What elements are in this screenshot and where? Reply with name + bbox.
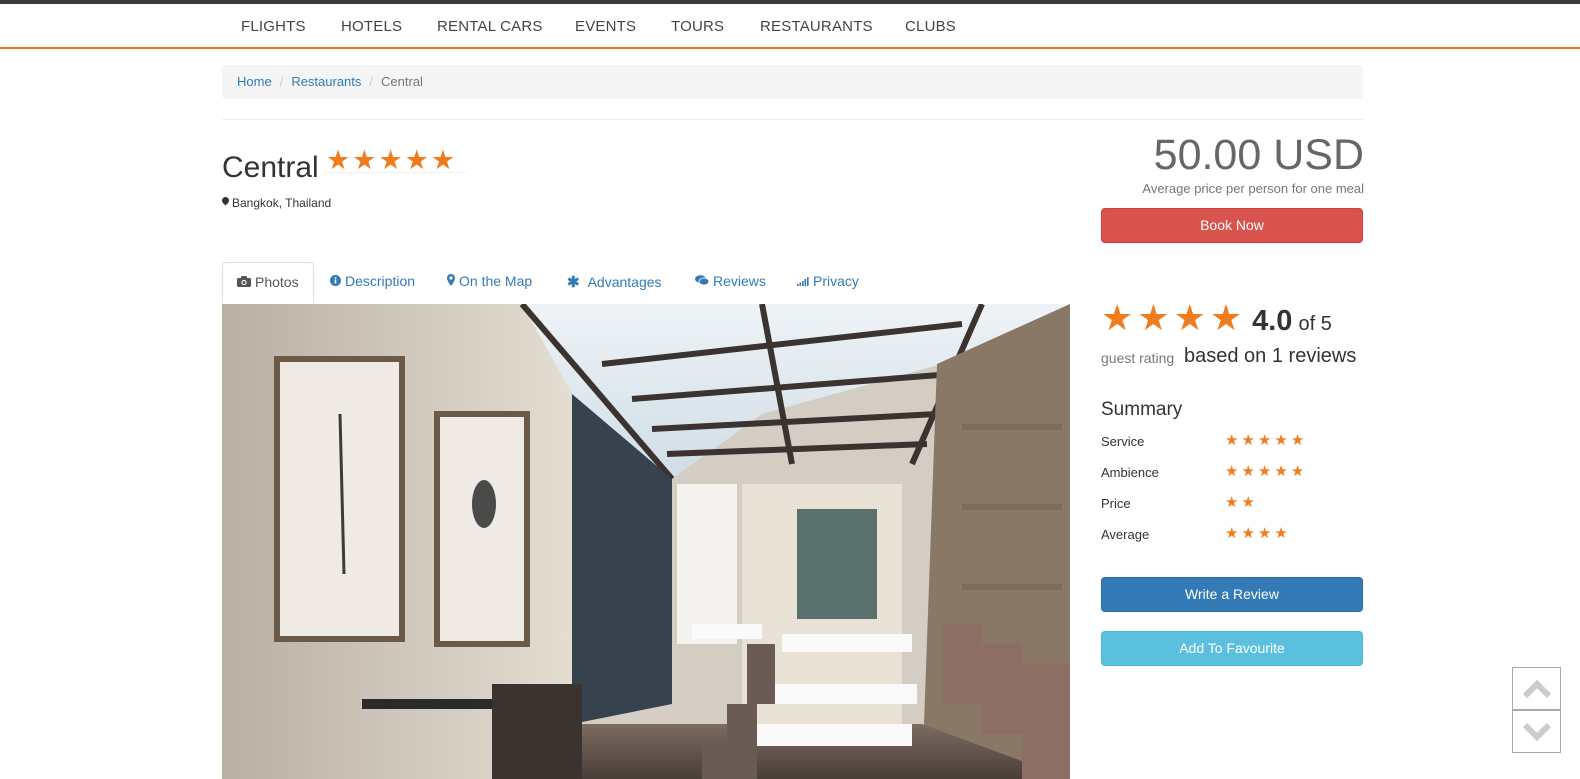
star-icon: ★ <box>1225 494 1239 511</box>
review-count: based on 1 reviews <box>1184 345 1357 367</box>
nav-rental-cars[interactable]: RENTAL CARS <box>437 18 543 35</box>
price-note: Average price per person for one meal <box>1142 181 1364 196</box>
location-text: Bangkok, Thailand <box>232 196 332 210</box>
summary-title: Summary <box>1101 399 1183 420</box>
tab-advantages[interactable]: ✱ Advantages <box>567 262 662 304</box>
star-icon: ★ <box>378 145 403 175</box>
star-icon: ★ <box>404 145 429 175</box>
star-icon: ★ <box>1225 432 1239 449</box>
star-icon: ★ <box>1209 297 1243 338</box>
summary-stars-service: ★ ★ ★ ★ ★ <box>1225 433 1307 448</box>
summary-label-price: Price <box>1101 496 1131 511</box>
star-icon: ★ <box>1274 463 1288 480</box>
nav-hotels[interactable]: HOTELS <box>341 18 402 35</box>
summary-stars-price: ★ ★ <box>1225 495 1258 510</box>
write-review-button[interactable]: Write a Review <box>1101 577 1363 612</box>
restaurant-stars: ★ ★ ★ ★ ★ <box>326 145 466 175</box>
tab-description[interactable]: Description <box>330 262 415 304</box>
star-icon: ★ <box>1290 463 1305 480</box>
nav-restaurants[interactable]: RESTAURANTS <box>760 18 873 35</box>
star-icon: ★ <box>1225 525 1239 542</box>
breadcrumb-restaurants[interactable]: Restaurants <box>291 74 361 89</box>
star-icon: ★ <box>326 145 351 175</box>
asterisk-icon: ✱ <box>567 274 580 291</box>
rating-score: 4.0 <box>1252 305 1293 337</box>
restaurant-photo <box>222 304 1070 779</box>
breadcrumb-separator: / <box>279 74 284 89</box>
tab-photos[interactable]: Photos <box>222 262 314 304</box>
star-icon: ★ <box>430 145 456 175</box>
tab-label: Privacy <box>813 273 859 289</box>
map-marker-icon <box>447 274 455 289</box>
star-icon: ★ <box>1241 463 1255 480</box>
summary-label-average: Average <box>1101 527 1150 542</box>
info-icon <box>330 275 341 289</box>
star-icon: ★ <box>1290 432 1305 449</box>
tab-label: Description <box>345 273 416 289</box>
star-icon: ★ <box>1257 463 1272 480</box>
nav-events[interactable]: EVENTS <box>575 18 636 35</box>
star-icon: ★ <box>1137 297 1170 338</box>
restaurant-title: Central <box>222 151 319 184</box>
scroll-up-button[interactable] <box>1512 667 1561 710</box>
summary-label-ambience: Ambience <box>1101 465 1159 480</box>
star-icon: ★ <box>1274 432 1288 449</box>
main-navbar: FLIGHTS HOTELS RENTAL CARS EVENTS TOURS … <box>0 4 1580 49</box>
tab-reviews[interactable]: Reviews <box>695 262 766 304</box>
tab-label: Advantages <box>587 274 662 290</box>
tab-label: On the Map <box>459 273 533 289</box>
breadcrumb: Home / Restaurants / Central <box>222 65 1363 99</box>
guest-rating-label: guest rating <box>1101 350 1175 366</box>
star-icon: ★ <box>1241 494 1255 511</box>
star-icon: ★ <box>1173 297 1206 338</box>
book-now-button[interactable]: Book Now <box>1101 208 1363 243</box>
tab-on-the-map[interactable]: On the Map <box>447 262 532 304</box>
rating-of: of 5 <box>1298 313 1332 335</box>
scroll-down-button[interactable] <box>1512 710 1561 753</box>
add-favourite-button[interactable]: Add To Favourite <box>1101 631 1363 666</box>
breadcrumb-current: Central <box>381 74 423 89</box>
breadcrumb-home[interactable]: Home <box>237 74 272 89</box>
star-icon: ★ <box>1257 432 1272 449</box>
camera-icon <box>237 276 251 290</box>
summary-label-service: Service <box>1101 434 1145 449</box>
breadcrumb-separator: / <box>369 74 374 89</box>
summary-stars-ambience: ★ ★ ★ ★ ★ <box>1225 464 1307 479</box>
summary-stars-average: ★ ★ ★ ★ <box>1225 526 1291 541</box>
signal-icon <box>797 275 809 289</box>
location: Bangkok, Thailand <box>222 196 331 210</box>
map-marker-icon <box>222 197 229 207</box>
star-icon: ★ <box>1241 525 1255 542</box>
comments-icon <box>695 275 710 289</box>
divider <box>222 119 1363 120</box>
overall-stars: ★ ★ ★ ★ <box>1101 300 1246 336</box>
star-icon: ★ <box>1241 432 1255 449</box>
overall-rating: ★ ★ ★ ★ 4.0 of 5 <box>1101 300 1332 338</box>
tab-label: Photos <box>255 274 299 290</box>
nav-flights[interactable]: FLIGHTS <box>241 18 306 35</box>
star-icon: ★ <box>1257 525 1272 542</box>
star-icon: ★ <box>1274 525 1288 542</box>
star-icon: ★ <box>1101 297 1134 338</box>
tab-bar: Photos Description On the Map ✱ Advantage… <box>222 262 1070 304</box>
nav-clubs[interactable]: CLUBS <box>905 18 956 35</box>
star-icon: ★ <box>1225 463 1239 480</box>
tab-label: Reviews <box>713 273 766 289</box>
star-icon: ★ <box>352 145 377 175</box>
nav-tours[interactable]: TOURS <box>671 18 724 35</box>
price: 50.00 USD <box>1153 131 1364 179</box>
tab-privacy[interactable]: Privacy <box>797 262 859 304</box>
